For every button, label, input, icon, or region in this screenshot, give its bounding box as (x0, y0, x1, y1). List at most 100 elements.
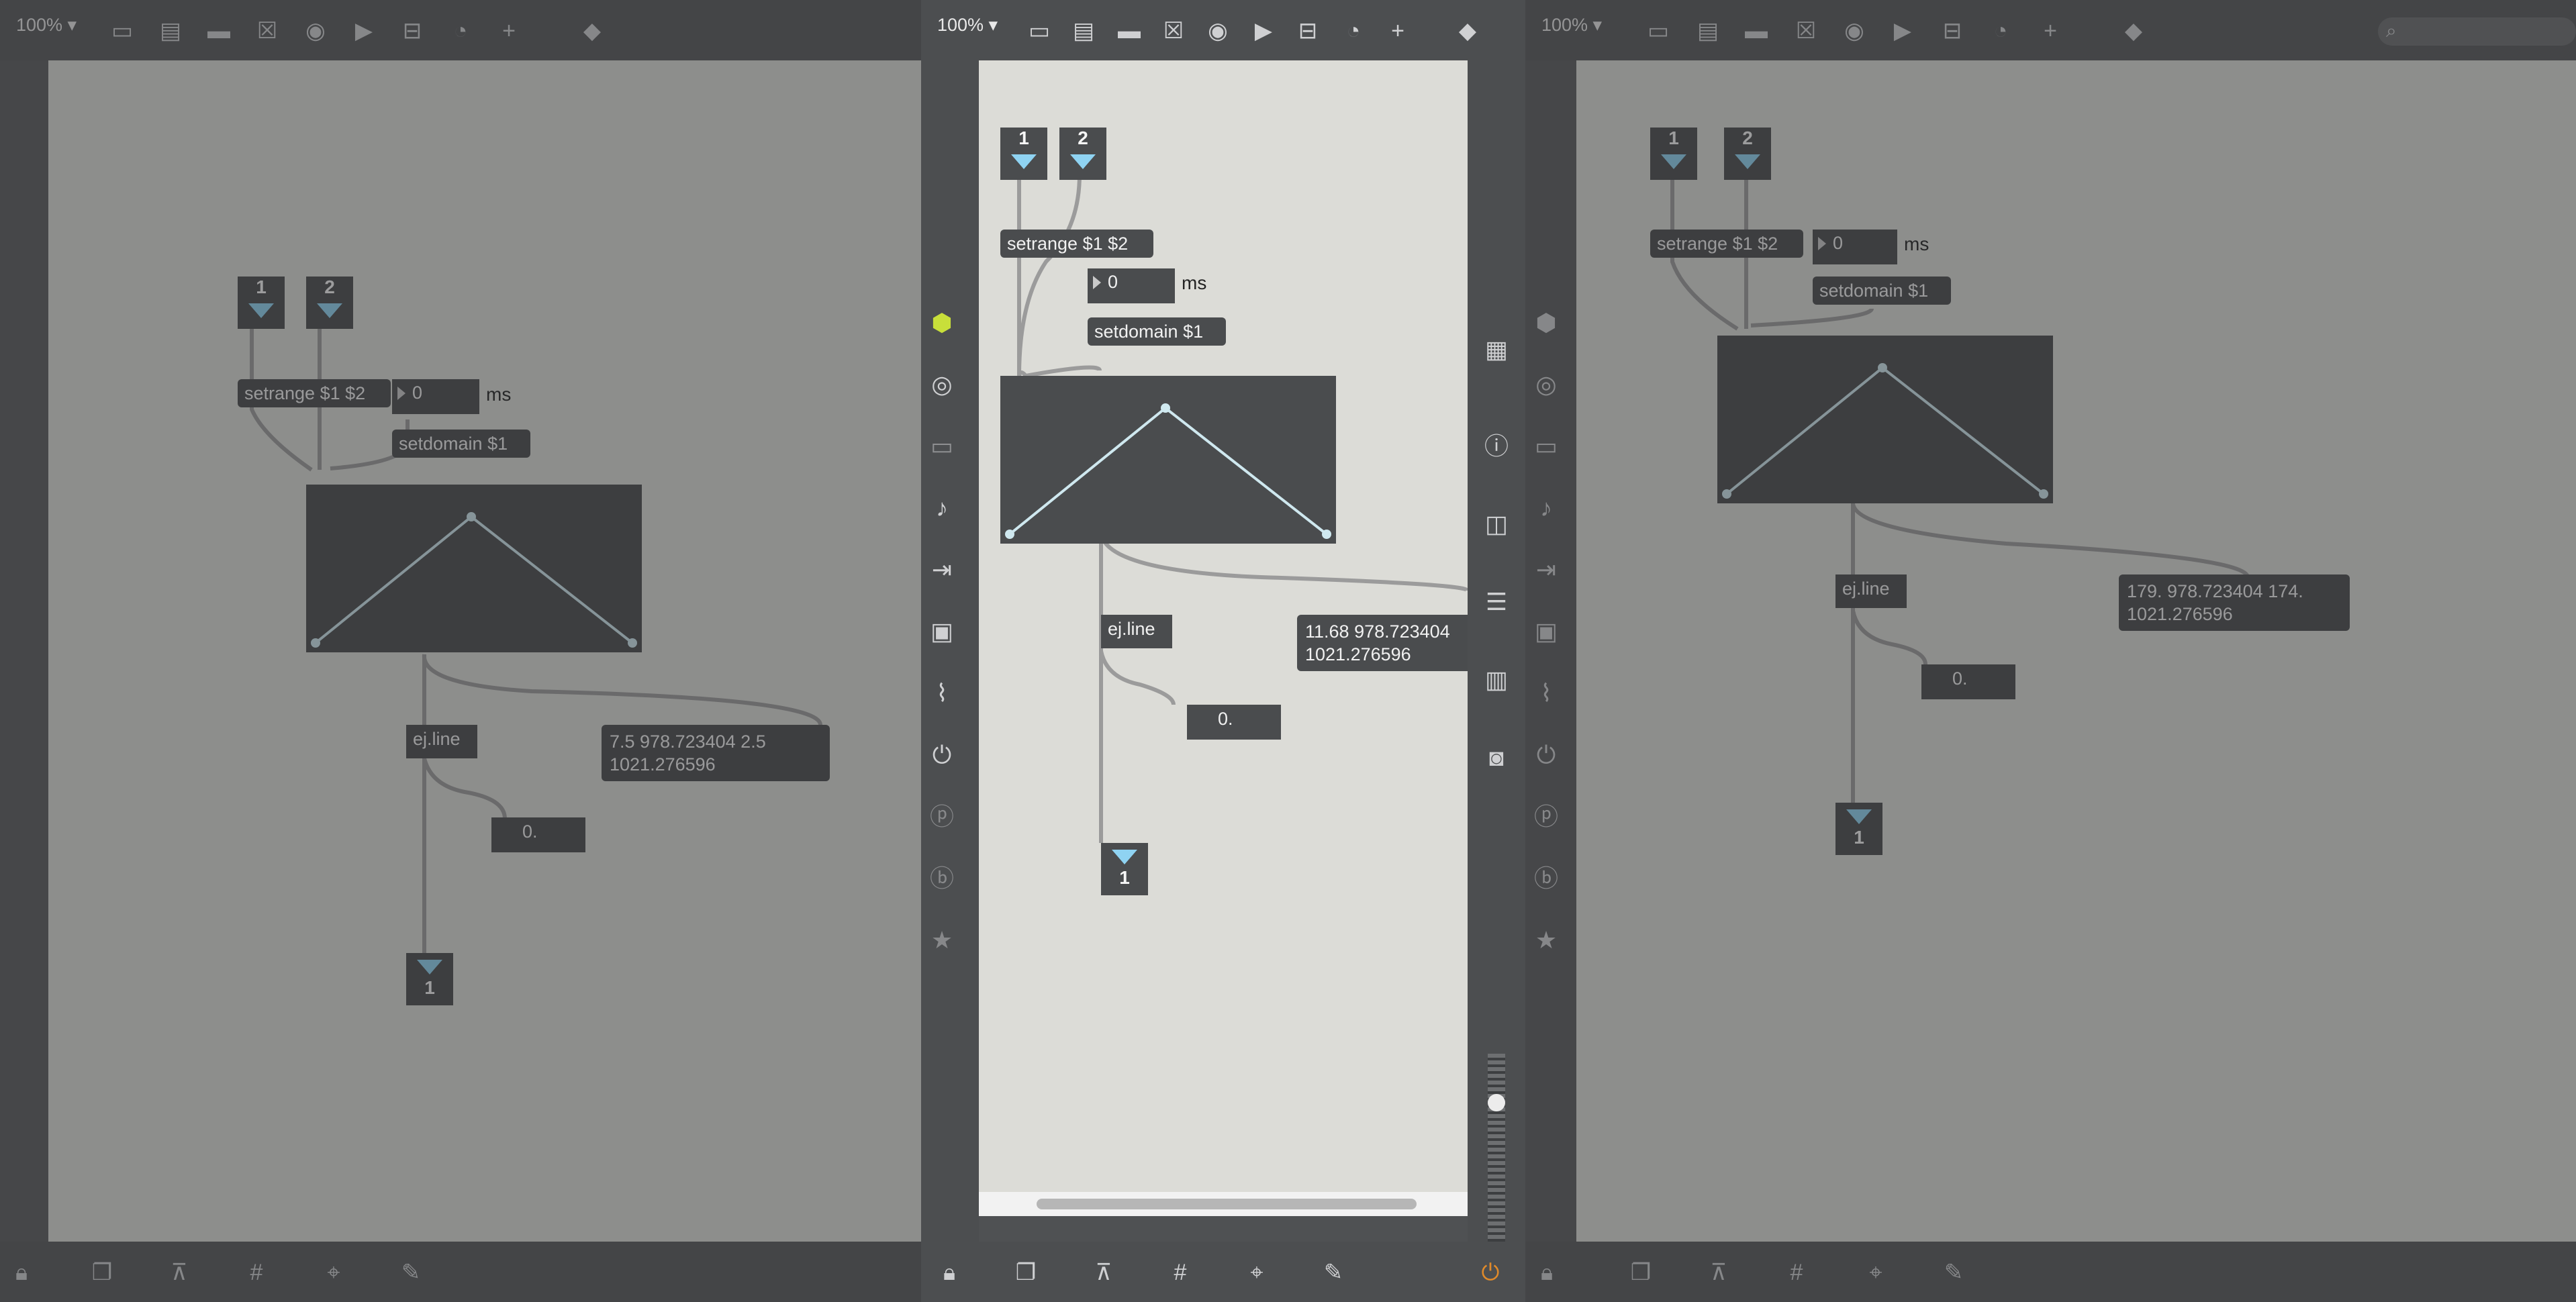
horizontal-scrollbar[interactable] (979, 1192, 1468, 1216)
inlet-2[interactable]: 2 (1724, 128, 1771, 180)
setdomain-message[interactable]: setdomain $1 (392, 430, 530, 458)
search-input[interactable]: ⌕ (2378, 17, 2576, 46)
toggle-icon[interactable]: ☒ (1159, 16, 1188, 46)
presentation-mode-icon[interactable]: ⊼ (1704, 1258, 1733, 1287)
wrench-icon[interactable]: ✎ (1319, 1258, 1348, 1287)
grid-keyboard-icon[interactable]: ▦ (1481, 334, 1512, 365)
slider-icon[interactable]: ⊟ (397, 16, 427, 46)
paint-bucket-icon[interactable]: ◆ (2119, 16, 2148, 46)
b-badge-icon[interactable]: ⓑ (1531, 863, 1562, 894)
image-icon[interactable]: ▣ (926, 616, 957, 647)
ms-number-box[interactable]: 0 (392, 379, 479, 414)
new-object-icon[interactable]: ▭ (107, 16, 137, 46)
add-icon[interactable]: + (494, 16, 524, 46)
outlet-1[interactable]: 1 (1101, 843, 1148, 895)
button-icon[interactable]: ◉ (1203, 16, 1233, 46)
sequence-icon[interactable]: ⇥ (926, 554, 957, 585)
target-icon[interactable]: ◎ (926, 369, 957, 400)
paint-bucket-icon[interactable]: ◆ (577, 16, 607, 46)
snap-icon[interactable]: ⌖ (1861, 1258, 1891, 1287)
dial-icon[interactable]: ◔ (1339, 16, 1368, 46)
button-icon[interactable]: ◉ (1840, 16, 1869, 46)
outlet-1[interactable]: 1 (406, 953, 453, 1005)
windows-icon[interactable]: ❐ (1011, 1258, 1041, 1287)
windows-icon[interactable]: ❐ (87, 1258, 117, 1287)
ej-line-object[interactable]: ej.line (1101, 615, 1172, 648)
p-badge-icon[interactable]: ⓟ (926, 801, 957, 832)
output-message[interactable]: 179. 978.723404 174. 1021.276596 (2119, 574, 2350, 631)
setdomain-message[interactable]: setdomain $1 (1813, 277, 1951, 305)
setrange-message[interactable]: setrange $1 $2 (238, 379, 391, 407)
function-editor[interactable] (1000, 376, 1336, 544)
list-icon[interactable]: ☰ (1481, 587, 1512, 617)
wrench-icon[interactable]: ✎ (396, 1258, 426, 1287)
presentation-icon[interactable]: ▤ (156, 16, 185, 46)
reference-icon[interactable]: ▥ (1481, 664, 1512, 695)
new-object-icon[interactable]: ▭ (1024, 16, 1054, 46)
inlet-1[interactable]: 1 (238, 277, 285, 329)
comment-icon[interactable]: ▬ (204, 16, 234, 46)
outlet-1[interactable]: 1 (1835, 803, 1882, 855)
inlet-2[interactable]: 2 (1059, 128, 1106, 180)
zoom-menu[interactable]: 100% ▾ (937, 15, 998, 36)
dial-icon[interactable]: ◔ (446, 16, 475, 46)
play-icon[interactable]: ▶ (349, 16, 379, 46)
snap-icon[interactable]: ⌖ (1242, 1258, 1272, 1287)
comment-icon[interactable]: ▬ (1742, 16, 1771, 46)
lock-icon[interactable]: 🔒︎ (7, 1258, 36, 1287)
camera-icon[interactable]: ◙ (1481, 742, 1512, 773)
sequence-icon[interactable]: ⇥ (1531, 554, 1562, 585)
info-icon[interactable]: ⓘ (1481, 431, 1512, 462)
output-message[interactable]: 7.5 978.723404 2.5 1021.276596 (602, 725, 830, 781)
function-editor[interactable] (1717, 336, 2053, 503)
presentation-icon[interactable]: ▤ (1069, 16, 1098, 46)
output-message[interactable]: 11.68 978.723404 1021.276596 (1297, 615, 1468, 671)
scrollbar-thumb[interactable] (1037, 1199, 1417, 1209)
presentation-mode-icon[interactable]: ⊼ (164, 1258, 194, 1287)
plug-icon[interactable]: ⏻ (1531, 740, 1562, 770)
ej-line-object[interactable]: ej.line (406, 725, 477, 758)
inlet-2[interactable]: 2 (306, 277, 353, 329)
ms-number-box[interactable]: 0 (1813, 230, 1897, 264)
grid-icon[interactable]: # (242, 1258, 271, 1287)
signal-number-box[interactable]: 0. (1921, 664, 2015, 699)
image-icon[interactable]: ▣ (1531, 616, 1562, 647)
target-icon[interactable]: ◎ (1531, 369, 1562, 400)
button-icon[interactable]: ◉ (301, 16, 330, 46)
signal-number-box[interactable]: 0. (491, 817, 585, 852)
ej-line-object[interactable]: ej.line (1835, 574, 1907, 608)
power-icon[interactable]: ⏻ (1476, 1258, 1505, 1287)
function-editor[interactable] (306, 485, 642, 652)
zoom-menu[interactable]: 100% ▾ (16, 15, 77, 36)
presentation-mode-icon[interactable]: ⊼ (1089, 1258, 1118, 1287)
dial-icon[interactable]: ◔ (1986, 16, 2015, 46)
wrench-icon[interactable]: ✎ (1939, 1258, 1968, 1287)
setrange-message[interactable]: setrange $1 $2 (1000, 230, 1153, 258)
add-icon[interactable]: + (2036, 16, 2065, 46)
paperclip-icon[interactable]: ⌇ (926, 678, 957, 709)
slider-icon[interactable]: ⊟ (1938, 16, 1967, 46)
new-object-icon[interactable]: ▭ (1643, 16, 1673, 46)
toggle-icon[interactable]: ☒ (1791, 16, 1821, 46)
ms-number-box[interactable]: 0 (1088, 268, 1175, 303)
keyboard-icon[interactable]: ▭ (926, 431, 957, 462)
star-icon[interactable]: ★ (926, 925, 957, 956)
lock-icon[interactable]: 🔒︎ (935, 1258, 964, 1287)
patcher-canvas[interactable]: 1 2 setrange $1 $2 0 ms setdomain $1 ej.… (979, 60, 1468, 1216)
setdomain-message[interactable]: setdomain $1 (1088, 317, 1226, 346)
inlet-1[interactable]: 1 (1000, 128, 1047, 180)
cube-icon[interactable]: ⬢ (1531, 307, 1562, 338)
grid-icon[interactable]: # (1782, 1258, 1811, 1287)
toggle-icon[interactable]: ☒ (252, 16, 282, 46)
cube-icon[interactable]: ⬢ (926, 307, 957, 338)
zoom-menu[interactable]: 100% ▾ (1541, 15, 1602, 36)
slider-icon[interactable]: ⊟ (1293, 16, 1323, 46)
grid-icon[interactable]: # (1165, 1258, 1195, 1287)
patcher-canvas[interactable]: 1 2 setrange $1 $2 0 ms setdomain $1 ej.… (1576, 60, 2576, 1242)
comment-icon[interactable]: ▬ (1114, 16, 1144, 46)
music-note-icon[interactable]: ♪ (1531, 493, 1562, 523)
paint-bucket-icon[interactable]: ◆ (1453, 16, 1482, 46)
paperclip-icon[interactable]: ⌇ (1531, 678, 1562, 709)
p-badge-icon[interactable]: ⓟ (1531, 801, 1562, 832)
plug-icon[interactable]: ⏻ (926, 740, 957, 770)
